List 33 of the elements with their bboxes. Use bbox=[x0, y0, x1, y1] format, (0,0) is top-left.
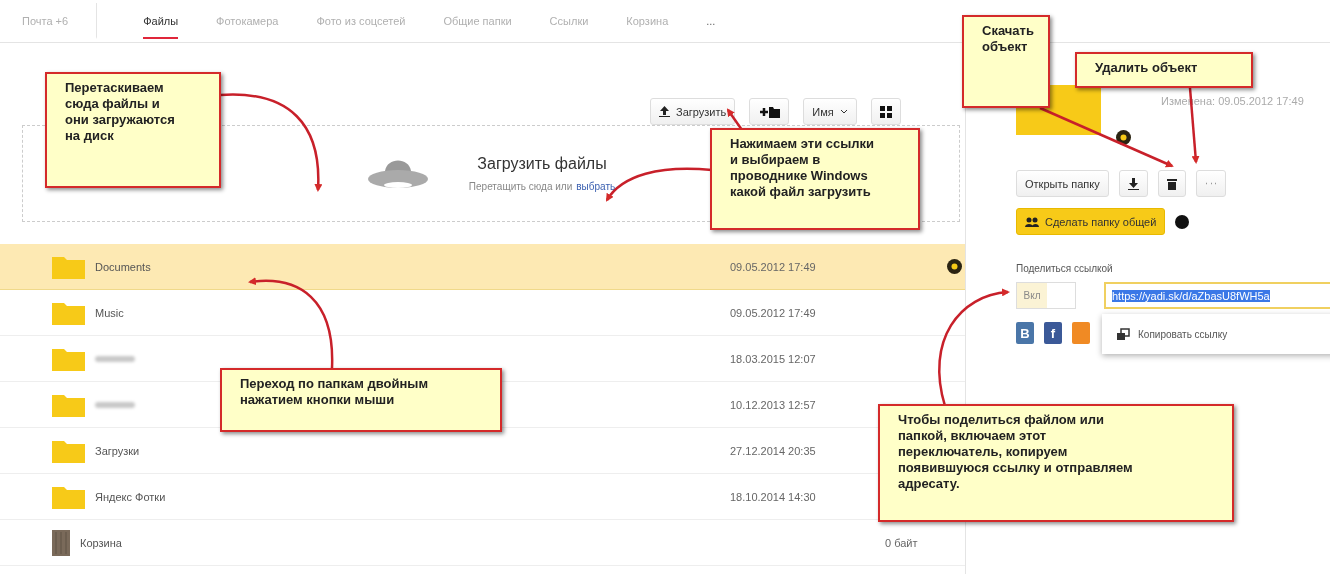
file-name: Documents bbox=[95, 260, 152, 273]
file-date: 27.12.2014 20:35 bbox=[730, 444, 817, 457]
file-name: Корзина bbox=[80, 536, 123, 549]
choose-files-link[interactable]: выбрать bbox=[576, 181, 616, 192]
social-share-button[interactable]: f bbox=[1044, 322, 1062, 344]
file-name: Яндекс Фотки bbox=[95, 490, 167, 503]
file-name: Загрузки bbox=[95, 444, 141, 457]
share-link-label: Поделиться ссылкой bbox=[1016, 263, 1114, 274]
upload-hint: Перетащить сюда или bbox=[468, 181, 573, 192]
more-tabs-button[interactable]: ... bbox=[706, 15, 716, 27]
file-date: 09.05.2012 17:49 bbox=[730, 306, 817, 319]
social-share-button[interactable]: В bbox=[1016, 322, 1034, 344]
share-folder-button[interactable]: Сделать папку общей bbox=[1016, 208, 1166, 235]
file-date: 09.05.2012 17:49 bbox=[730, 260, 817, 273]
file-size: 0 байт bbox=[885, 536, 918, 549]
callout-tooltip: Скачать объект bbox=[962, 15, 1050, 108]
callout-tooltip: Чтобы поделиться файлом или папкой, включаем этот переключатель, копируем появившуюся ссылку и отправляем адресату. bbox=[878, 404, 1234, 522]
file-row[interactable]: Documents 09.05.2012 17:49 bbox=[0, 244, 965, 289]
file-date: 18.03.2015 12:07 bbox=[730, 352, 817, 365]
upload-button[interactable]: Загрузить bbox=[650, 98, 736, 125]
nav-tab[interactable]: Файлы bbox=[143, 3, 179, 39]
open-folder-button[interactable]: Открыть папку bbox=[1016, 170, 1109, 197]
file-name: Music bbox=[95, 306, 125, 319]
file-date: 18.10.2014 14:30 bbox=[730, 490, 817, 503]
upload-title: Загрузить файлы bbox=[477, 155, 607, 173]
file-date: 10.12.2013 12:57 bbox=[730, 398, 817, 411]
sort-button[interactable]: Имя bbox=[803, 98, 857, 125]
callout-tooltip: Удалить объект bbox=[1075, 52, 1253, 88]
copy-link-menu-item[interactable]: Копировать ссылку bbox=[1102, 314, 1330, 354]
callout-tooltip: Перетаскиваем сюда файлы и они загружаются на диск bbox=[45, 72, 221, 188]
link-field[interactable]: https://yadi.sk/d/aZbasU8fWH5a bbox=[1104, 282, 1330, 309]
callout-tooltip: Переход по папкам двойным нажатием кнопки мыши bbox=[220, 368, 502, 432]
callout-tooltip: Нажимаем эти ссылки и выбираем в проводнике Windows какой файл загрузить bbox=[710, 128, 920, 230]
